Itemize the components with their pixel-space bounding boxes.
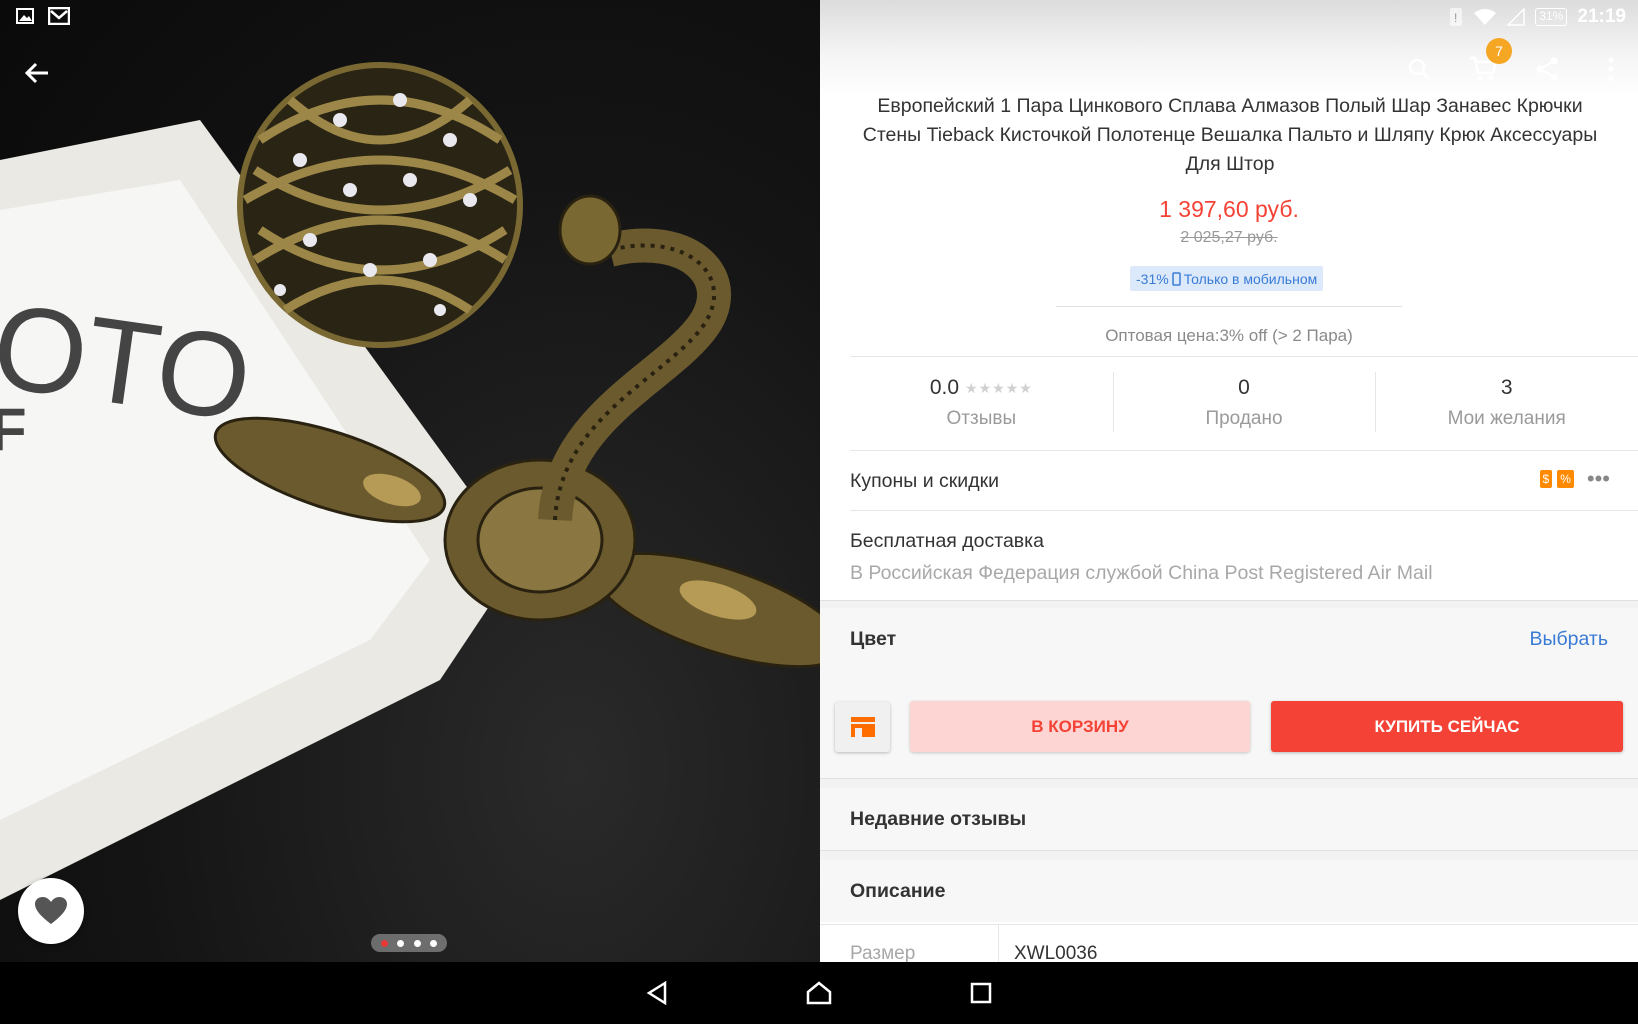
- wifi-icon: [1474, 9, 1497, 25]
- signal-icon: [1507, 8, 1526, 26]
- triangle-back-icon: [646, 981, 667, 1005]
- product-stats: 0.0 ★★★★★ Отзывы 0 Продано 3 Мои желания: [850, 358, 1638, 450]
- stat-value: 0.0: [929, 376, 960, 399]
- section-gap: [820, 600, 1638, 608]
- stat-reviews[interactable]: 0.0 ★★★★★ Отзывы: [850, 358, 1113, 450]
- cart-button[interactable]: 7: [1468, 38, 1512, 84]
- product-old-price: 2 025,27 руб.: [1180, 229, 1278, 246]
- status-bar-right: ! 31% 21:19: [1449, 6, 1626, 28]
- add-to-cart-button[interactable]: В КОРЗИНУ: [910, 701, 1250, 752]
- divider: [1056, 306, 1402, 307]
- page-dot[interactable]: [430, 939, 438, 947]
- product-detail-pane: ! 31% 21:19 7 Европейский 1 Пара Цинково…: [820, 0, 1638, 962]
- share-icon: [1536, 57, 1558, 81]
- product-image-gallery[interactable]: OTO F: [0, 0, 820, 962]
- shipping-detail: В Российская Федерация службой China Pos…: [850, 562, 1433, 584]
- color-label: Цвет: [850, 628, 897, 650]
- choose-color-link[interactable]: Выбрать: [1529, 628, 1608, 651]
- heart-icon: [35, 897, 67, 924]
- share-button[interactable]: [1532, 54, 1562, 84]
- more-options-button[interactable]: [1596, 54, 1626, 84]
- more-vert-icon: [1608, 57, 1614, 81]
- coupons-row[interactable]: Купоны и скидки: [850, 470, 999, 493]
- store-button[interactable]: [835, 702, 890, 752]
- photo-text-b: F: [0, 396, 27, 463]
- store-icon: [850, 717, 875, 737]
- stat-sold: 0 Продано: [1112, 358, 1376, 450]
- description-section[interactable]: Описание: [820, 860, 1638, 922]
- color-select-row[interactable]: Цвет Выбрать: [820, 608, 1638, 672]
- divider: [850, 356, 1638, 357]
- top-bar: ! 31% 21:19 7: [820, 0, 1638, 96]
- search-icon: [1408, 58, 1431, 81]
- stat-value: 3: [1500, 376, 1513, 399]
- section-title: Недавние отзывы: [850, 808, 1027, 830]
- search-button[interactable]: [1404, 54, 1434, 84]
- cart-count-badge: 7: [1486, 38, 1512, 64]
- shipping-title[interactable]: Бесплатная доставка: [850, 530, 1044, 553]
- section-title: Описание: [850, 880, 946, 902]
- back-arrow-icon: [24, 62, 48, 84]
- page-dot[interactable]: [413, 939, 421, 947]
- wholesale-price: Оптовая цена:3% off (> 2 Пара): [1105, 326, 1353, 345]
- header-actions: 7: [1404, 38, 1626, 84]
- coupon-icons[interactable]: $ % •••: [1539, 466, 1610, 491]
- product-photo: OTO F: [0, 62, 820, 900]
- more-horiz-icon: •••: [1586, 466, 1610, 491]
- purchase-actions: В КОРЗИНУ КУПИТЬ СЕЙЧАС: [820, 672, 1638, 778]
- divider: [850, 450, 1638, 451]
- stat-wishes: 3 Мои желания: [1375, 358, 1638, 450]
- nav-recents-button[interactable]: [956, 968, 1006, 1018]
- gallery-icon: [14, 6, 36, 26]
- back-button[interactable]: [20, 56, 54, 90]
- product-price: 1 397,60 руб.: [1159, 196, 1299, 222]
- product-title: Европейский 1 Пара Цинкового Сплава Алма…: [862, 95, 1598, 175]
- stat-value: 0: [1238, 376, 1250, 399]
- status-bar-left: [14, 6, 70, 26]
- gallery-pagination: [371, 934, 447, 952]
- page-dot[interactable]: [397, 939, 405, 947]
- home-icon: [806, 981, 832, 1005]
- recents-icon: [970, 982, 992, 1004]
- battery-indicator: 31%: [1535, 8, 1568, 26]
- clock: 21:19: [1577, 6, 1626, 27]
- nav-home-button[interactable]: [794, 968, 844, 1018]
- stat-label: Отзывы: [946, 408, 1017, 429]
- stat-label: Мои желания: [1447, 408, 1566, 429]
- rating-stars-icon: ★★★★★: [965, 379, 1033, 396]
- mobile-promo-badge: -31% Только в мобильном: [1130, 266, 1324, 291]
- buy-now-button[interactable]: КУПИТЬ СЕЙЧАС: [1271, 701, 1623, 752]
- page-dot[interactable]: [380, 939, 388, 947]
- nav-back-button[interactable]: [632, 968, 682, 1018]
- add-to-wishlist-button[interactable]: [18, 878, 84, 944]
- stat-label: Продано: [1205, 408, 1283, 429]
- coupon-dollar-icon: $: [1539, 470, 1553, 488]
- spec-row: Размер XWL0036: [820, 924, 1638, 962]
- spec-key: Размер: [850, 943, 916, 962]
- promo-text: Только в мобильном: [1183, 270, 1318, 287]
- svg-text:!: !: [1454, 11, 1457, 25]
- recent-reviews-section[interactable]: Недавние отзывы: [820, 788, 1638, 850]
- divider: [998, 925, 999, 962]
- divider: [850, 510, 1638, 511]
- promo-discount: -31%: [1136, 270, 1169, 287]
- section-gap: [820, 850, 1638, 860]
- spec-value: XWL0036: [1014, 943, 1098, 962]
- coupon-percent-icon: %: [1557, 470, 1574, 488]
- sim-alert-icon: !: [1450, 8, 1463, 26]
- system-nav-bar: [0, 962, 1638, 1024]
- mail-icon: [48, 6, 70, 26]
- section-gap: [820, 778, 1638, 788]
- phone-icon: [1171, 271, 1181, 286]
